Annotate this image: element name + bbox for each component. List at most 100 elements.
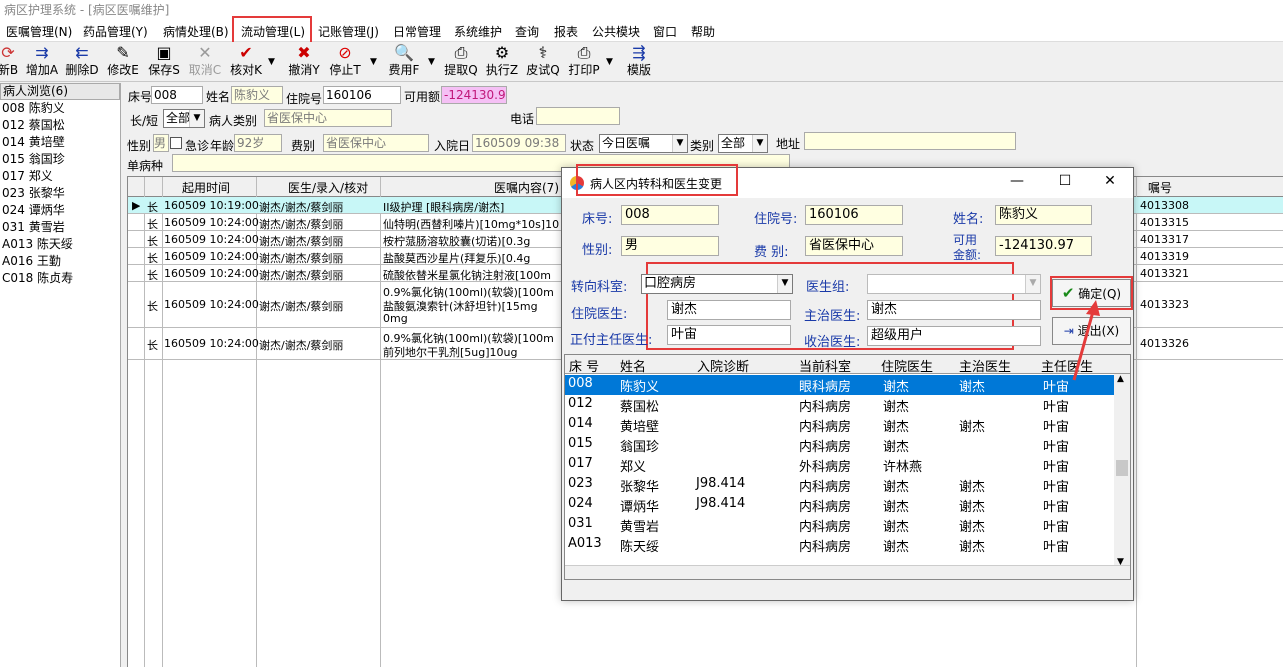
dlg-avail-label-2: 金额: bbox=[953, 248, 982, 262]
extract-button[interactable]: ⎙ 提取Q bbox=[441, 44, 481, 82]
col-start-time: 起用时间 bbox=[182, 181, 231, 195]
list-item[interactable]: 008 陈豹义 眼科病房 谢杰 谢杰 叶宙 bbox=[565, 375, 1116, 395]
dlg-name-field[interactable]: 陈豹义 bbox=[995, 205, 1092, 225]
menu-report[interactable]: 报表 bbox=[554, 23, 578, 40]
patient-list-item[interactable]: A013 陈天绥 bbox=[0, 236, 120, 253]
address-label: 地址 bbox=[776, 137, 801, 151]
check-icon: ✔ bbox=[239, 43, 253, 62]
category-select[interactable]: 全部 ▼ bbox=[718, 134, 768, 153]
menu-query[interactable]: 查询 bbox=[515, 23, 539, 40]
long-short-label: 长/短 bbox=[130, 114, 159, 128]
template-icon: ⇶ bbox=[632, 43, 646, 62]
list-item[interactable]: 015 翁国珍 内科病房 谢杰 叶宙 bbox=[565, 435, 1116, 455]
stop-button[interactable]: ⊘ 停止T bbox=[325, 44, 365, 82]
transfer-dept-select[interactable]: 口腔病房 ▼ bbox=[641, 274, 793, 294]
emergency-checkbox[interactable] bbox=[170, 137, 182, 149]
list-item[interactable]: A013 陈天绥 内科病房 谢杰 谢杰 叶宙 bbox=[565, 535, 1116, 555]
patient-list-item[interactable]: A016 王勤 bbox=[0, 253, 120, 270]
resident-field[interactable]: 谢杰 bbox=[667, 300, 791, 320]
list-vertical-scrollbar[interactable]: ▲ ▼ bbox=[1114, 374, 1130, 567]
fee-button[interactable]: 🔍 费用F bbox=[384, 44, 424, 82]
patient-list-item[interactable]: 023 张黎华 bbox=[0, 185, 120, 202]
phone-field[interactable] bbox=[536, 107, 620, 125]
fee-type-field[interactable]: 省医保中心 bbox=[323, 134, 429, 152]
gender-field[interactable]: 男 bbox=[153, 134, 169, 152]
address-field[interactable] bbox=[804, 132, 1016, 150]
dlg-hosp-no-field[interactable]: 160106 bbox=[805, 205, 903, 225]
save-button[interactable]: ▣ 保存S bbox=[144, 44, 184, 82]
skin-test-button[interactable]: ⚕ 皮试Q bbox=[523, 44, 563, 82]
patient-list-item[interactable]: 014 黄培壁 bbox=[0, 134, 120, 151]
balance-field[interactable]: -124130.9 bbox=[441, 86, 507, 104]
list-item[interactable]: 012 蔡国松 内科病房 谢杰 叶宙 bbox=[565, 395, 1116, 415]
single-disease-label: 单病种 bbox=[127, 159, 164, 173]
menu-condition[interactable]: 病情处理(B) bbox=[163, 23, 229, 40]
admitting-field[interactable]: 超级用户 bbox=[867, 326, 1041, 346]
admit-date-label: 入院日 bbox=[434, 139, 471, 153]
dlg-fee-field[interactable]: 省医保中心 bbox=[805, 236, 903, 256]
age-field[interactable]: 92岁 bbox=[234, 134, 282, 152]
patient-list-item[interactable]: 031 黄雪岩 bbox=[0, 219, 120, 236]
menu-drug-mgmt[interactable]: 药品管理(Y) bbox=[83, 23, 148, 40]
dlg-avail-field[interactable]: -124130.97 bbox=[995, 236, 1092, 256]
dlg-fee-label: 费 别: bbox=[754, 245, 789, 260]
patient-list-item[interactable]: C018 陈贞寿 bbox=[0, 270, 120, 287]
list-horizontal-scrollbar[interactable] bbox=[565, 565, 1130, 579]
attending-field[interactable]: 谢杰 bbox=[867, 300, 1041, 320]
menu-billing[interactable]: 记账管理(J) bbox=[318, 23, 379, 40]
chief-label: 正付主任医生: bbox=[570, 333, 653, 348]
patient-list-item[interactable]: 015 翁国珍 bbox=[0, 151, 120, 168]
hosp-no-field[interactable]: 160106 bbox=[323, 86, 401, 104]
bed-field[interactable]: 008 bbox=[151, 86, 203, 104]
chief-field[interactable]: 叶宙 bbox=[667, 325, 791, 345]
menu-window[interactable]: 窗口 bbox=[653, 23, 677, 40]
menu-help[interactable]: 帮助 bbox=[691, 23, 715, 40]
name-label: 姓名 bbox=[206, 90, 231, 104]
admit-date-field[interactable]: 160509 09:38 bbox=[472, 134, 566, 152]
long-short-select[interactable]: 全部 ▼ bbox=[163, 109, 205, 128]
attending-label: 主治医生: bbox=[804, 309, 861, 324]
list-item[interactable]: 024 谭炳华 J98.414 内科病房 谢杰 谢杰 叶宙 bbox=[565, 495, 1116, 515]
list-item[interactable]: 014 黄培壁 内科病房 谢杰 谢杰 叶宙 bbox=[565, 415, 1116, 435]
check-button[interactable]: ✔ 核对K bbox=[226, 44, 266, 82]
print-dropdown-icon[interactable]: ▼ bbox=[606, 57, 613, 67]
transfer-dept-label: 转向科室: bbox=[571, 280, 628, 295]
scroll-thumb[interactable] bbox=[1116, 460, 1128, 476]
maximize-icon[interactable]: ☐ bbox=[1050, 173, 1080, 189]
patient-list-item[interactable]: 008 陈豹义 bbox=[0, 100, 120, 117]
template-button[interactable]: ⇶ 模版 bbox=[619, 44, 659, 82]
list-item[interactable]: 031 黄雪岩 内科病房 谢杰 谢杰 叶宙 bbox=[565, 515, 1116, 535]
menu-sys-maint[interactable]: 系统维护 bbox=[454, 23, 502, 40]
patient-list-item[interactable]: 012 蔡国松 bbox=[0, 117, 120, 134]
cancel-icon: ✕ bbox=[198, 43, 212, 62]
status-select[interactable]: 今日医嘱 ▼ bbox=[599, 134, 688, 153]
patient-list: 床 号 姓名 入院诊断 当前科室 住院医生 主治医生 主任医生 008 陈豹义 眼科… bbox=[564, 354, 1131, 580]
execute-button[interactable]: ⚙ 执行Z bbox=[482, 44, 522, 82]
patient-type-field[interactable]: 省医保中心 bbox=[264, 109, 392, 127]
menu-order-mgmt[interactable]: 医嘱管理(N) bbox=[6, 23, 72, 40]
patient-list-item[interactable]: 024 谭炳华 bbox=[0, 202, 120, 219]
minimize-icon[interactable]: — bbox=[1002, 173, 1032, 189]
dlg-hosp-no-label: 住院号: bbox=[754, 212, 798, 227]
doctor-group-select[interactable]: ▼ bbox=[867, 274, 1041, 294]
dlg-gender-field[interactable]: 男 bbox=[621, 236, 719, 256]
cancel-button[interactable]: ✕ 取消C bbox=[185, 44, 225, 82]
check-dropdown-icon[interactable]: ▼ bbox=[268, 57, 275, 67]
dlg-bed-field[interactable]: 008 bbox=[621, 205, 719, 225]
edit-button[interactable]: ✎ 修改E bbox=[103, 44, 143, 82]
add-button[interactable]: ⇉ 增加A bbox=[22, 44, 62, 82]
save-icon: ▣ bbox=[156, 43, 172, 62]
list-item[interactable]: 017 郑义 外科病房 许林燕 叶宙 bbox=[565, 455, 1116, 475]
menu-public[interactable]: 公共模块 bbox=[592, 23, 640, 40]
patient-list-item[interactable]: 017 郑义 bbox=[0, 168, 120, 185]
close-icon[interactable]: ✕ bbox=[1095, 173, 1125, 189]
chevron-down-icon: ▼ bbox=[777, 275, 792, 293]
print-button[interactable]: ⎙ 打印P bbox=[564, 44, 604, 82]
undo-button[interactable]: ✖ 撤消Y bbox=[284, 44, 324, 82]
name-field[interactable]: 陈豹义 bbox=[231, 86, 283, 104]
delete-button[interactable]: ⇇ 删除D bbox=[62, 44, 102, 82]
stop-dropdown-icon[interactable]: ▼ bbox=[370, 57, 377, 67]
fee-dropdown-icon[interactable]: ▼ bbox=[428, 57, 435, 67]
list-item[interactable]: 023 张黎华 J98.414 内科病房 谢杰 谢杰 叶宙 bbox=[565, 475, 1116, 495]
menu-daily[interactable]: 日常管理 bbox=[393, 23, 441, 40]
